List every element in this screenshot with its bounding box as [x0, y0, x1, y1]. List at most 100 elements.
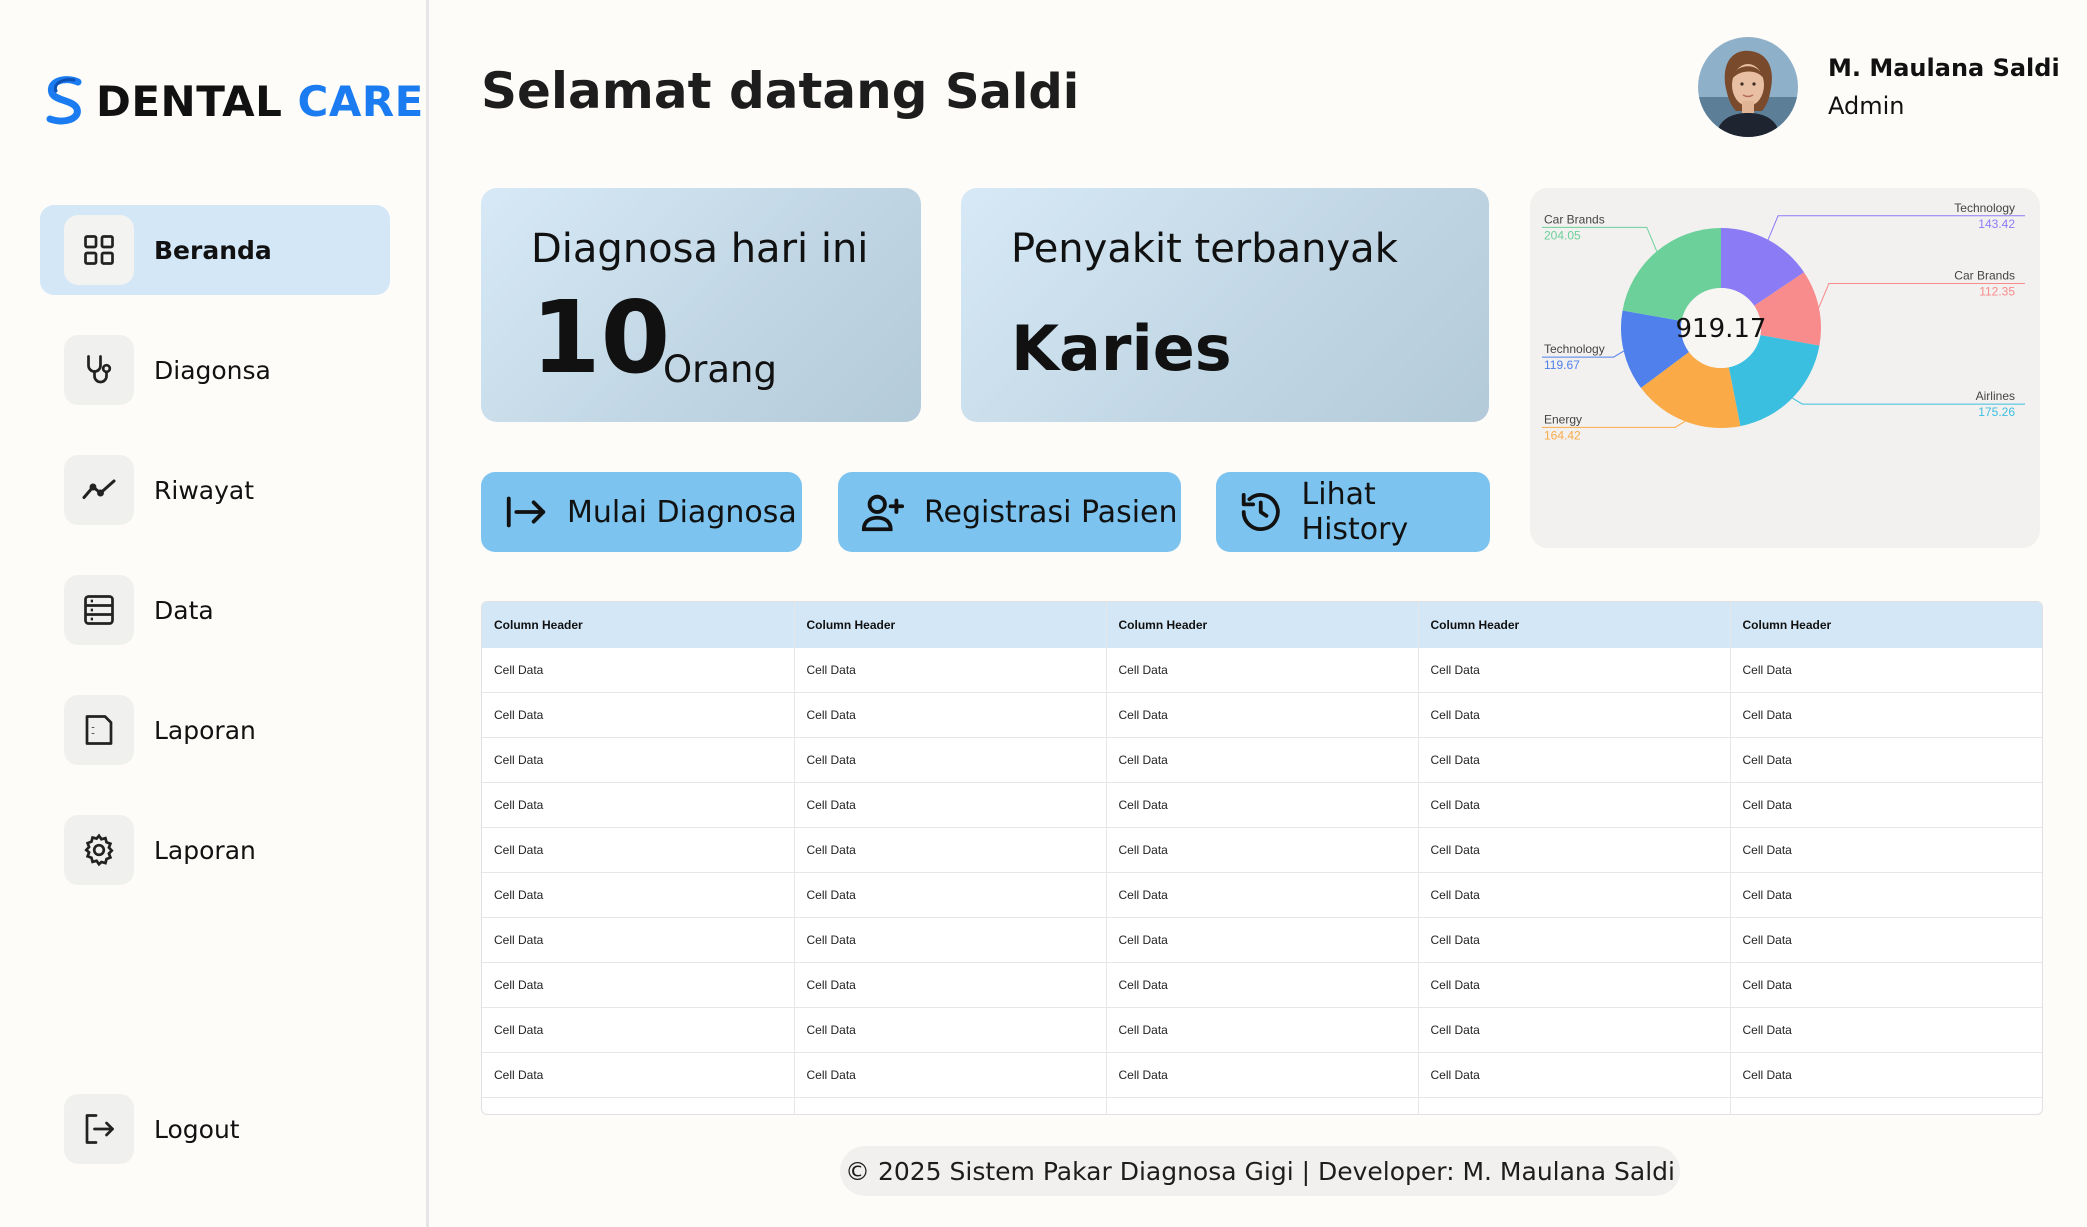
logo-text-dental: DENTAL	[96, 76, 283, 126]
table-cell: Cell Data	[794, 872, 1107, 918]
sidebar-item-laporan[interactable]: Laporan	[40, 685, 390, 775]
disease-card-title: Penyakit terbanyak	[1011, 226, 1398, 272]
column-header[interactable]: Column Header	[1418, 602, 1731, 648]
table-cell: Cell Data	[1730, 1007, 2042, 1053]
pie-center-total: 919.17	[1676, 314, 1767, 344]
pie-slice-name: Energy	[1544, 412, 1582, 426]
user-profile[interactable]: M. Maulana Saldi Admin	[1698, 37, 2060, 137]
mulai-diagnosa-button[interactable]: Mulai Diagnosa	[481, 472, 802, 552]
registrasi-pasien-button[interactable]: Registrasi Pasien	[838, 472, 1181, 552]
table-cell: Cell Data	[482, 1052, 795, 1098]
table-cell: Cell Data	[482, 917, 795, 963]
pie-slice-name: Technology	[1954, 201, 2015, 215]
table-cell: Cell Data	[794, 1052, 1107, 1098]
diagnosa-count: 10	[531, 279, 671, 396]
table-cell: Cell Data	[1106, 782, 1419, 828]
table-row[interactable]: Cell DataCell DataCell DataCell DataCell…	[482, 692, 2042, 738]
sidebar-item-label: Data	[154, 595, 214, 625]
table-cell: Cell Data	[1106, 962, 1419, 1008]
table-cell: Cell Data	[1106, 917, 1419, 963]
database-icon	[64, 575, 134, 645]
table-row[interactable]: Cell DataCell DataCell DataCell DataCell…	[482, 827, 2042, 873]
sidebar-item-label: Laporan	[154, 715, 256, 745]
pie-chart: Technology 143.42 Car Brands 112.35 Airlines…	[1542, 201, 2025, 442]
pie-slice-value: 175.26	[1978, 405, 2015, 419]
table-cell: Cell Data	[794, 917, 1107, 963]
table-row[interactable]: Cell DataCell DataCell DataCell DataCell…	[482, 917, 2042, 963]
logout-icon	[64, 1094, 134, 1164]
table-cell: Cell Data	[794, 648, 1107, 693]
table-cell: Cell Data	[1418, 827, 1731, 873]
table-cell: Cell Data	[482, 782, 795, 828]
table-row[interactable]: Cell DataCell DataCell DataCell DataCell…	[482, 1052, 2042, 1098]
pie-slice-name: Airlines	[1976, 389, 2015, 403]
diagnosa-card-title: Diagnosa hari ini	[531, 226, 869, 272]
logo: DENTAL CARE	[44, 76, 424, 126]
column-header[interactable]: Column Header	[794, 602, 1107, 648]
column-header[interactable]: Column Header	[1106, 602, 1419, 648]
table-cell: Cell Data	[1106, 827, 1419, 873]
sidebar-item-diagnosa[interactable]: Diagonsa	[40, 325, 390, 415]
document-icon	[64, 695, 134, 765]
mulai-diagnosa-label: Mulai Diagnosa	[567, 494, 797, 530]
table-cell: Cell Data	[1106, 648, 1419, 693]
avatar[interactable]	[1698, 37, 1798, 137]
add-user-icon	[861, 494, 905, 532]
table-row[interactable]: Cell DataCell DataCell DataCell DataCell…	[482, 1007, 2042, 1053]
sidebar-item-beranda[interactable]: Beranda	[40, 205, 390, 295]
table-row[interactable]: Cell DataCell DataCell DataCell DataCell…	[482, 782, 2042, 828]
table-row[interactable]: Cell DataCell DataCell DataCell DataCell…	[482, 962, 2042, 1008]
data-table: Column Header Column Header Column Header C…	[481, 601, 2043, 1115]
table-cell: Cell Data	[482, 827, 795, 873]
pie-slice-name: Technology	[1544, 342, 1605, 356]
trend-line-icon	[64, 455, 134, 525]
table-cell: Cell Data	[1730, 962, 2042, 1008]
table-cell: Cell Data	[482, 692, 795, 738]
lihat-history-label: Lihat History	[1301, 477, 1409, 547]
column-header[interactable]: Column Header	[482, 602, 795, 648]
logout-button[interactable]: Logout	[40, 1084, 390, 1174]
table-cell: Cell Data	[482, 1097, 795, 1114]
lihat-history-button[interactable]: Lihat History	[1216, 472, 1490, 552]
table-cell: Cell Data	[794, 782, 1107, 828]
table-cell: Cell Data	[1106, 1097, 1419, 1114]
pie-slice-value: 119.67	[1544, 358, 1580, 372]
table-cell: Cell Data	[482, 648, 795, 693]
table-row[interactable]: Cell DataCell DataCell DataCell DataCell…	[482, 648, 2042, 693]
table-cell: Cell Data	[1106, 692, 1419, 738]
logout-label: Logout	[154, 1114, 240, 1144]
table-cell: Cell Data	[482, 737, 795, 783]
table-cell: Cell Data	[1418, 1007, 1731, 1053]
table-cell: Cell Data	[482, 962, 795, 1008]
pie-slice-value: 204.05	[1544, 228, 1581, 242]
page-title: Selamat datang Saldi	[481, 62, 1079, 120]
pie-slice-value: 143.42	[1978, 217, 2015, 231]
table-row[interactable]: Cell DataCell DataCell DataCell DataCell…	[482, 1097, 2042, 1114]
sidebar-item-data[interactable]: Data	[40, 565, 390, 655]
sidebar-item-pengaturan[interactable]: Laporan	[40, 805, 390, 895]
table-cell: Cell Data	[1418, 1097, 1731, 1114]
table-cell: Cell Data	[482, 872, 795, 918]
table-cell: Cell Data	[794, 692, 1107, 738]
welcome-text: Selamat datang	[481, 62, 928, 120]
table-row[interactable]: Cell DataCell DataCell DataCell DataCell…	[482, 872, 2042, 918]
pie-slice-value: 164.42	[1544, 428, 1581, 442]
diagnosa-unit: Orang	[663, 348, 777, 391]
column-header[interactable]: Column Header	[1730, 602, 2042, 648]
table-row[interactable]: Cell DataCell DataCell DataCell DataCell…	[482, 737, 2042, 783]
table-cell: Cell Data	[794, 1097, 1107, 1114]
sidebar-item-label: Beranda	[154, 235, 272, 265]
table-cell: Cell Data	[1730, 782, 2042, 828]
stethoscope-icon	[64, 335, 134, 405]
pie-chart-card: Technology 143.42 Car Brands 112.35 Airlines…	[1530, 188, 2040, 548]
gear-icon	[64, 815, 134, 885]
table-cell: Cell Data	[1418, 1052, 1731, 1098]
table-cell: Cell Data	[1106, 737, 1419, 783]
diagnosa-today-card: Diagnosa hari ini 10 Orang	[481, 188, 921, 422]
table-cell: Cell Data	[794, 962, 1107, 1008]
table-cell: Cell Data	[1418, 648, 1731, 693]
sidebar-item-riwayat[interactable]: Riwayat	[40, 445, 390, 535]
table-cell: Cell Data	[794, 827, 1107, 873]
table-cell: Cell Data	[794, 737, 1107, 783]
table-cell: Cell Data	[1418, 962, 1731, 1008]
